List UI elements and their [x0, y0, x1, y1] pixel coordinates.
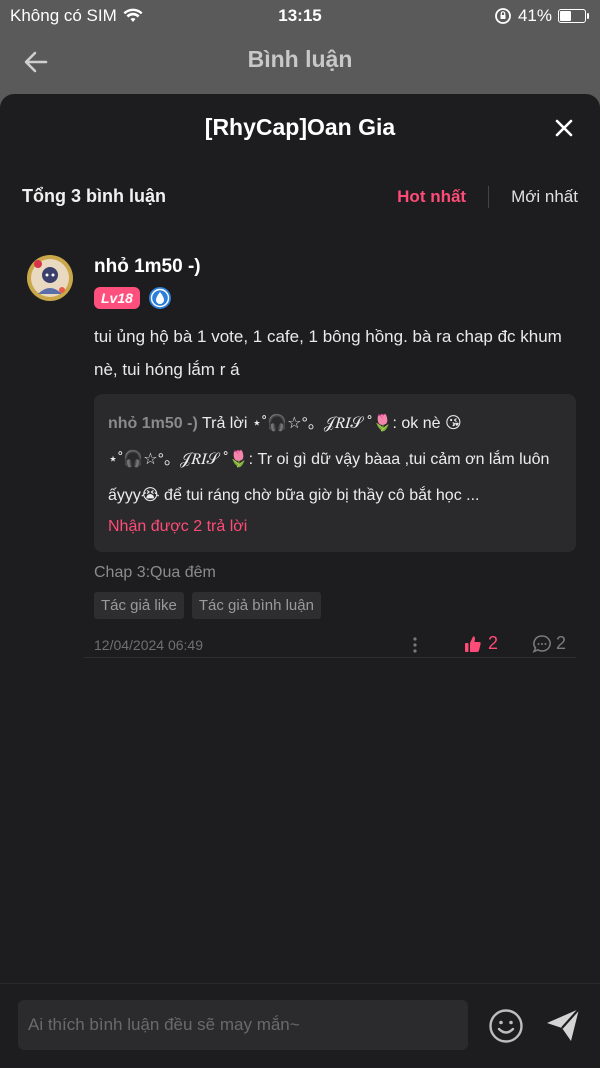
- reply-line: nhỏ 1m50 -) Trả lời ⋆˚🎧☆°。𝒥𝑅𝐼𝒮 ˚🌷: ok nè…: [108, 406, 562, 442]
- battery-percent: 41%: [517, 6, 552, 25]
- avatar[interactable]: [26, 254, 74, 302]
- comment-input[interactable]: [18, 1000, 468, 1050]
- rotation-lock-icon: [495, 8, 511, 24]
- reply-prefix: Trả lời: [197, 415, 252, 432]
- tag-author-commented: Tác giả bình luận: [191, 592, 321, 619]
- sort-divider: [488, 186, 490, 208]
- user-badges: Lv18: [94, 286, 576, 310]
- reply-author: nhỏ 1m50 -): [108, 415, 198, 432]
- reply-line: ⋆˚🎧☆°。𝒥𝑅𝐼𝒮 ˚🌷: Tr oi gì dữ vậy bàaa ,tui…: [108, 442, 562, 514]
- comment-date: 12/04/2024 06:49: [94, 637, 203, 653]
- comment-meta: 12/04/2024 06:49 2 2: [94, 633, 576, 657]
- sort-new-tab[interactable]: Mới nhất: [511, 187, 578, 207]
- reply-preview[interactable]: nhỏ 1m50 -) Trả lời ⋆˚🎧☆°。𝒥𝑅𝐼𝒮 ˚🌷: ok nè…: [94, 394, 576, 552]
- comment-count: Tổng 3 bình luận: [22, 186, 166, 206]
- comment-body: nhỏ 1m50 -) Lv18 tui ủng hộ bà 1 vote, 1…: [94, 254, 576, 657]
- reply-button[interactable]: 2: [532, 633, 566, 654]
- more-options-icon[interactable]: [408, 633, 422, 657]
- battery-info: 41%: [494, 6, 589, 26]
- comment-bubble-icon: [532, 634, 551, 653]
- comment-input-bar: [0, 983, 600, 1068]
- emoji-icon[interactable]: [488, 1008, 524, 1044]
- comment-author[interactable]: nhỏ 1m50 -): [94, 256, 576, 278]
- view-replies-link[interactable]: Nhận được 2 trả lời: [108, 514, 562, 540]
- reply-content: : ok nè 😘: [392, 415, 462, 432]
- reply-count: 2: [556, 633, 567, 653]
- sort-tabs: Hot nhất Mới nhất: [397, 186, 578, 208]
- close-icon[interactable]: [550, 114, 578, 142]
- verified-drop-icon: [148, 287, 171, 309]
- tag-author-liked: Tác giả like: [94, 592, 184, 619]
- avatar-image: [27, 255, 73, 301]
- like-count: 2: [488, 633, 499, 653]
- reply-target: ⋆˚🎧☆°。𝒥𝑅𝐼𝒮 ˚🌷: [251, 415, 393, 432]
- chapter-label[interactable]: Chap 3:Qua đêm: [94, 564, 576, 582]
- comments-sheet: [RhyCap]Oan Gia Tổng 3 bình luận Hot nhấ…: [0, 94, 600, 1067]
- sheet-title: [RhyCap]Oan Gia: [204, 114, 396, 140]
- nav-title: Bình luận: [247, 46, 353, 72]
- battery-icon: [558, 9, 589, 23]
- comment-text: tui ủng hộ bà 1 vote, 1 cafe, 1 bông hồn…: [94, 327, 562, 379]
- status-bar: Không có SIM 13:15 41%: [0, 0, 600, 32]
- sort-hot-tab[interactable]: Hot nhất: [397, 187, 466, 207]
- level-badge: Lv18: [94, 287, 140, 309]
- reply-author: ⋆˚🎧☆°。𝒥𝑅𝐼𝒮 ˚🌷: [108, 451, 249, 468]
- like-button[interactable]: 2: [464, 633, 498, 654]
- nav-header: Bình luận: [0, 32, 600, 90]
- send-icon[interactable]: [544, 1006, 582, 1044]
- tag-list: Tác giả like Tác giả bình luận: [94, 592, 576, 619]
- thumbs-up-icon: [465, 635, 481, 652]
- comment-divider: [84, 657, 576, 658]
